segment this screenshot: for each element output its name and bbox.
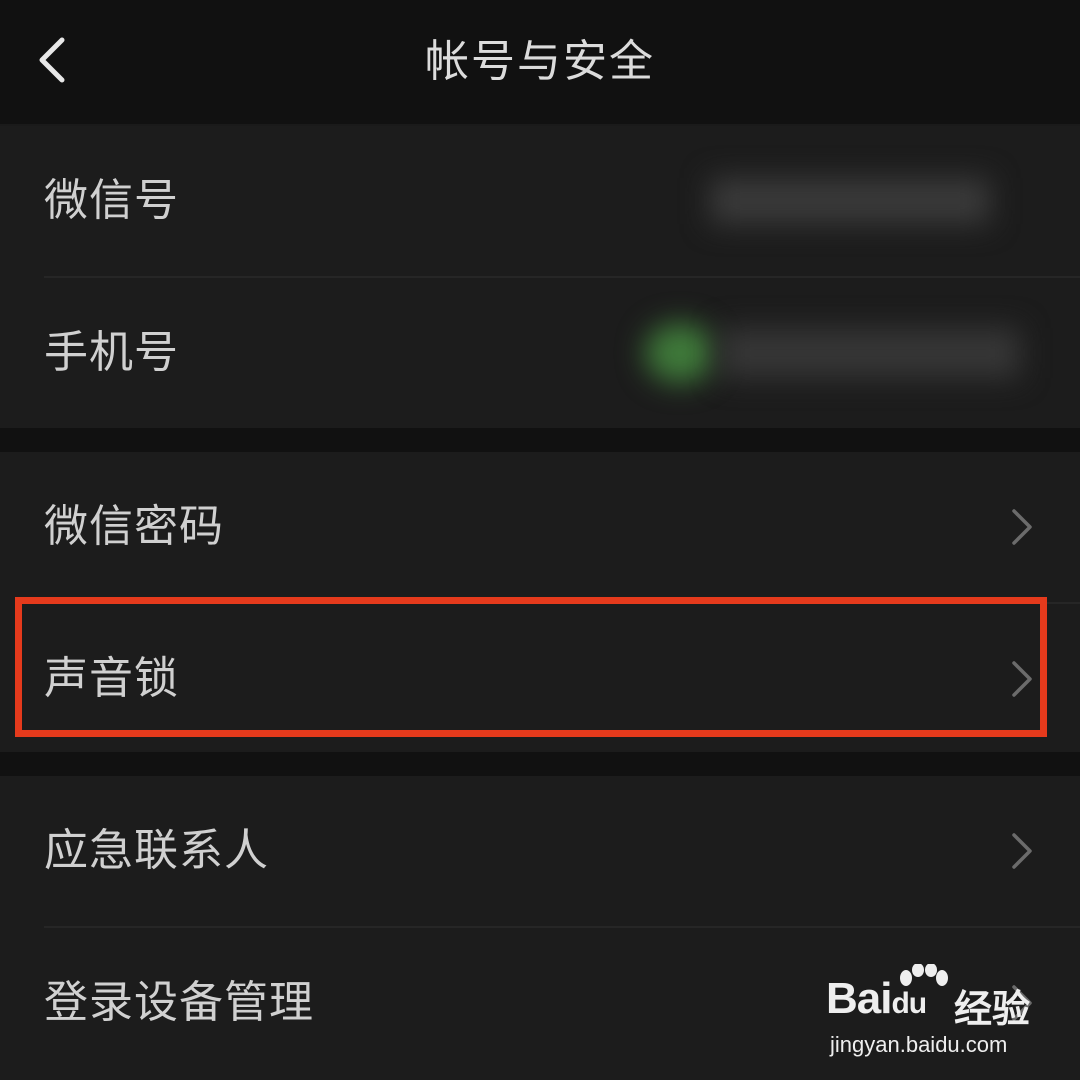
row-label-phone: 手机号 — [44, 327, 179, 378]
watermark-product: 经验 — [954, 987, 1031, 1031]
nav-bar: 帐号与安全 — [0, 0, 1080, 124]
emergency-contact-row[interactable]: 应急联系人 — [0, 776, 1080, 926]
row-label-emergency-contact: 应急联系人 — [44, 825, 269, 876]
wechat-password-row[interactable]: 微信密码 — [0, 452, 1080, 602]
row-label-wechat-password: 微信密码 — [44, 501, 224, 552]
account-security-screen: 帐号与安全 微信号 手机号 微信密码 声音锁 应急联系人 登录设备管理 Baid… — [0, 0, 1080, 1080]
chevron-left-icon — [39, 37, 65, 83]
wechat-id-row[interactable]: 微信号 — [0, 126, 1080, 276]
row-label-wechat-id: 微信号 — [44, 175, 179, 226]
row-label-voice-lock: 声音锁 — [44, 653, 179, 704]
voice-lock-row[interactable]: 声音锁 — [0, 604, 1080, 754]
chevron-right-icon — [1012, 509, 1032, 545]
chevron-right-icon — [1012, 661, 1032, 697]
paw-icon — [900, 964, 948, 986]
back-button[interactable] — [22, 28, 86, 92]
account-info-group: 微信号 手机号 — [0, 126, 1080, 428]
security-group: 微信密码 声音锁 — [0, 452, 1080, 752]
baidu-jingyan-watermark: Baidu 经验 jingyan.baidu.com — [826, 962, 1066, 1066]
row-label-login-device: 登录设备管理 — [44, 977, 314, 1028]
chevron-right-icon — [1012, 833, 1032, 869]
phone-row[interactable]: 手机号 — [0, 278, 1080, 428]
page-title: 帐号与安全 — [425, 36, 655, 87]
phone-value-redacted — [720, 328, 1020, 378]
phone-value-redacted-green — [645, 323, 715, 383]
watermark-url: jingyan.baidu.com — [830, 1032, 1008, 1057]
wechat-id-value-redacted — [710, 178, 990, 224]
